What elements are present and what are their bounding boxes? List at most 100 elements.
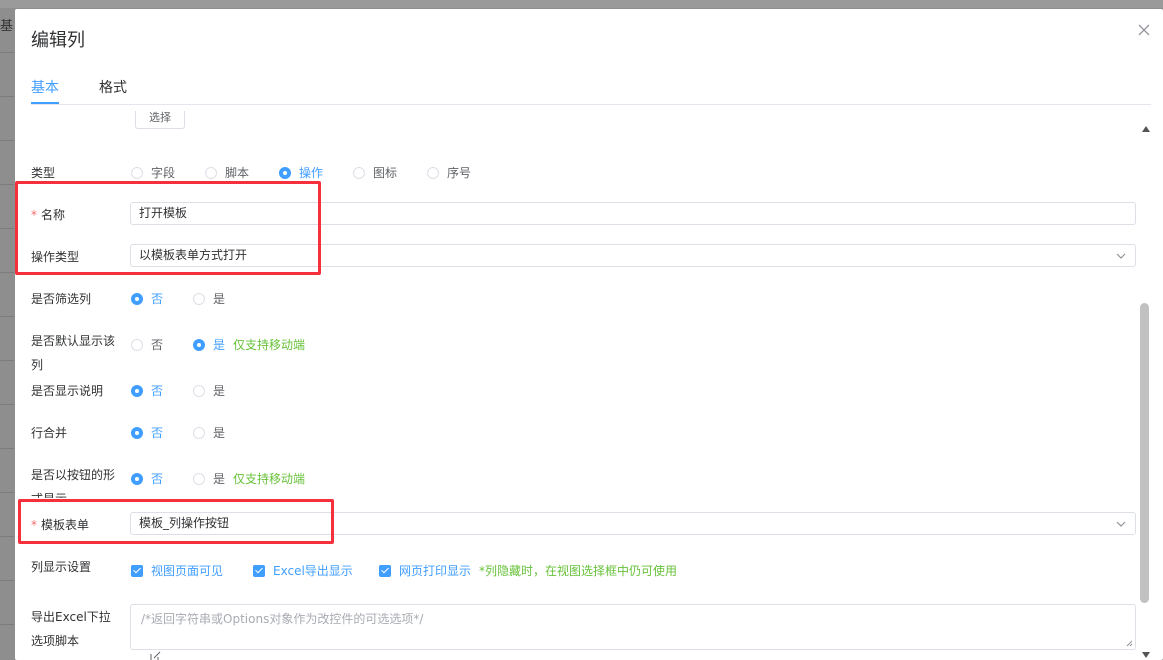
template-form-label: * 模板表单: [31, 516, 89, 533]
checkbox-check-icon: [131, 564, 143, 577]
select-button[interactable]: 选择: [135, 111, 185, 129]
tab-bar: 基本 格式: [31, 75, 1151, 105]
radio-label: 否: [151, 384, 164, 398]
radio-circle: [193, 472, 205, 485]
backdrop-row-line: [0, 52, 14, 53]
radio-circle: [131, 292, 143, 305]
close-icon[interactable]: [1137, 23, 1151, 37]
type-radio-icon[interactable]: 图标: [353, 164, 397, 181]
textarea-placeholder: /*返回字符串或Options对象作为改控件的可选选项*/: [141, 612, 424, 626]
template-form-value: 模板_列操作按钮: [139, 516, 230, 530]
radio-circle: [193, 292, 205, 305]
radio-circle: [131, 472, 143, 485]
backdrop-topbar: [0, 0, 1163, 8]
radio-circle: [131, 166, 143, 179]
radio-circle: [193, 426, 205, 439]
edit-column-dialog: 编辑列 基本 格式 选择 类型 字段 脚本 操作 图标 序号 * 名称 打开模板 …: [15, 9, 1163, 660]
backdrop-row-line: [0, 536, 14, 537]
filter-column-label: 是否筛选列: [31, 292, 92, 306]
show-as-button-label-line2: 式显示: [31, 490, 67, 498]
backdrop-row-line: [0, 140, 14, 141]
radio-label: 否: [151, 338, 164, 352]
resize-handle-icon[interactable]: [1126, 640, 1133, 647]
name-input[interactable]: 打开模板: [130, 202, 1136, 225]
radio-label: 是: [213, 426, 226, 440]
type-radio-index[interactable]: 序号: [427, 164, 471, 181]
default-show-label-line1: 是否默认显示该: [31, 334, 116, 348]
radio-circle: [131, 426, 143, 439]
show-desc-radio-no[interactable]: 否: [131, 382, 163, 399]
backdrop-row-line: [0, 360, 14, 361]
row-merge-radio-yes[interactable]: 是: [193, 424, 225, 441]
type-radio-script[interactable]: 脚本: [205, 164, 249, 181]
template-form-select[interactable]: 模板_列操作按钮: [130, 512, 1136, 535]
radio-label: 图标: [373, 166, 398, 180]
radio-circle: [193, 338, 205, 351]
radio-label: 是: [213, 384, 226, 398]
checkbox-check-icon: [253, 564, 265, 577]
radio-label: 字段: [151, 166, 176, 180]
type-radio-action[interactable]: 操作: [279, 164, 323, 181]
edit-icon[interactable]: [150, 651, 161, 660]
backdrop-row-line: [0, 448, 14, 449]
required-asterisk: *: [31, 208, 37, 222]
tab-basic[interactable]: 基本: [31, 77, 59, 97]
column-display-label: 列显示设置: [31, 560, 92, 574]
backdrop-row-line: [0, 272, 14, 273]
row-merge-label: 行合并: [31, 426, 68, 440]
filter-column-radio-yes[interactable]: 是: [193, 290, 225, 307]
backdrop-row-line: [0, 580, 14, 581]
radio-label: 操作: [299, 166, 324, 180]
radio-circle: [279, 166, 291, 179]
radio-circle: [427, 166, 439, 179]
show-as-button-label-line1: 是否以按钮的形: [31, 468, 116, 482]
type-label: 类型: [31, 166, 56, 180]
default-show-label-line2: 列: [31, 358, 44, 372]
show-desc-radio-yes[interactable]: 是: [193, 382, 225, 399]
chevron-down-icon: [1116, 253, 1126, 259]
tab-active-indicator: [31, 102, 59, 104]
excel-script-label-line2: 选项脚本: [31, 634, 80, 648]
radio-circle: [131, 384, 143, 397]
excel-script-textarea[interactable]: /*返回字符串或Options对象作为改控件的可选选项*/: [130, 604, 1136, 650]
scroll-thumb[interactable]: [1140, 303, 1149, 603]
backdrop-row-line: [0, 96, 14, 97]
checkbox-label: 网页打印显示: [399, 564, 472, 578]
action-type-select[interactable]: 以模板表单方式打开: [130, 244, 1136, 267]
radio-label: 是: [213, 292, 226, 306]
name-label-text: 名称: [41, 208, 66, 222]
type-radio-field[interactable]: 字段: [131, 164, 175, 181]
mobile-only-hint: 仅支持移动端: [233, 338, 306, 352]
action-type-value: 以模板表单方式打开: [139, 248, 248, 262]
radio-label: 序号: [447, 166, 472, 180]
radio-label: 是: [213, 338, 226, 352]
default-show-radio-yes[interactable]: 是: [193, 336, 225, 353]
checkbox-web-print[interactable]: 网页打印显示: [379, 562, 471, 579]
backdrop-row-line: [0, 316, 14, 317]
dialog-title: 编辑列: [31, 30, 85, 51]
chevron-down-icon: [1116, 521, 1126, 527]
mobile-only-hint: 仅支持移动端: [233, 472, 306, 486]
radio-circle: [353, 166, 365, 179]
checkbox-view-visible[interactable]: 视图页面可见: [131, 562, 223, 579]
radio-label: 是: [213, 472, 226, 486]
template-form-label-text: 模板表单: [41, 518, 90, 532]
scroll-up-arrow-icon[interactable]: [1142, 126, 1150, 132]
default-show-radio-no[interactable]: 否: [131, 336, 163, 353]
checkbox-excel-export[interactable]: Excel导出显示: [253, 562, 353, 579]
checkbox-label: 视图页面可见: [151, 564, 224, 578]
vertical-scrollbar[interactable]: [1139, 123, 1151, 660]
scroll-down-arrow-icon[interactable]: [1142, 652, 1150, 658]
radio-label: 否: [151, 472, 164, 486]
row-merge-radio-no[interactable]: 否: [131, 424, 163, 441]
column-hidden-hint: *列隐藏时，在视图选择框中仍可使用: [479, 564, 678, 578]
filter-column-radio-no[interactable]: 否: [131, 290, 163, 307]
backdrop-row-line: [0, 492, 14, 493]
tab-format[interactable]: 格式: [99, 77, 127, 97]
radio-label: 否: [151, 426, 164, 440]
action-type-label: 操作类型: [31, 250, 80, 264]
required-asterisk: *: [31, 518, 37, 532]
backdrop-row-line: [0, 228, 14, 229]
show-as-button-radio-yes[interactable]: 是: [193, 470, 225, 487]
show-as-button-radio-no[interactable]: 否: [131, 470, 163, 487]
